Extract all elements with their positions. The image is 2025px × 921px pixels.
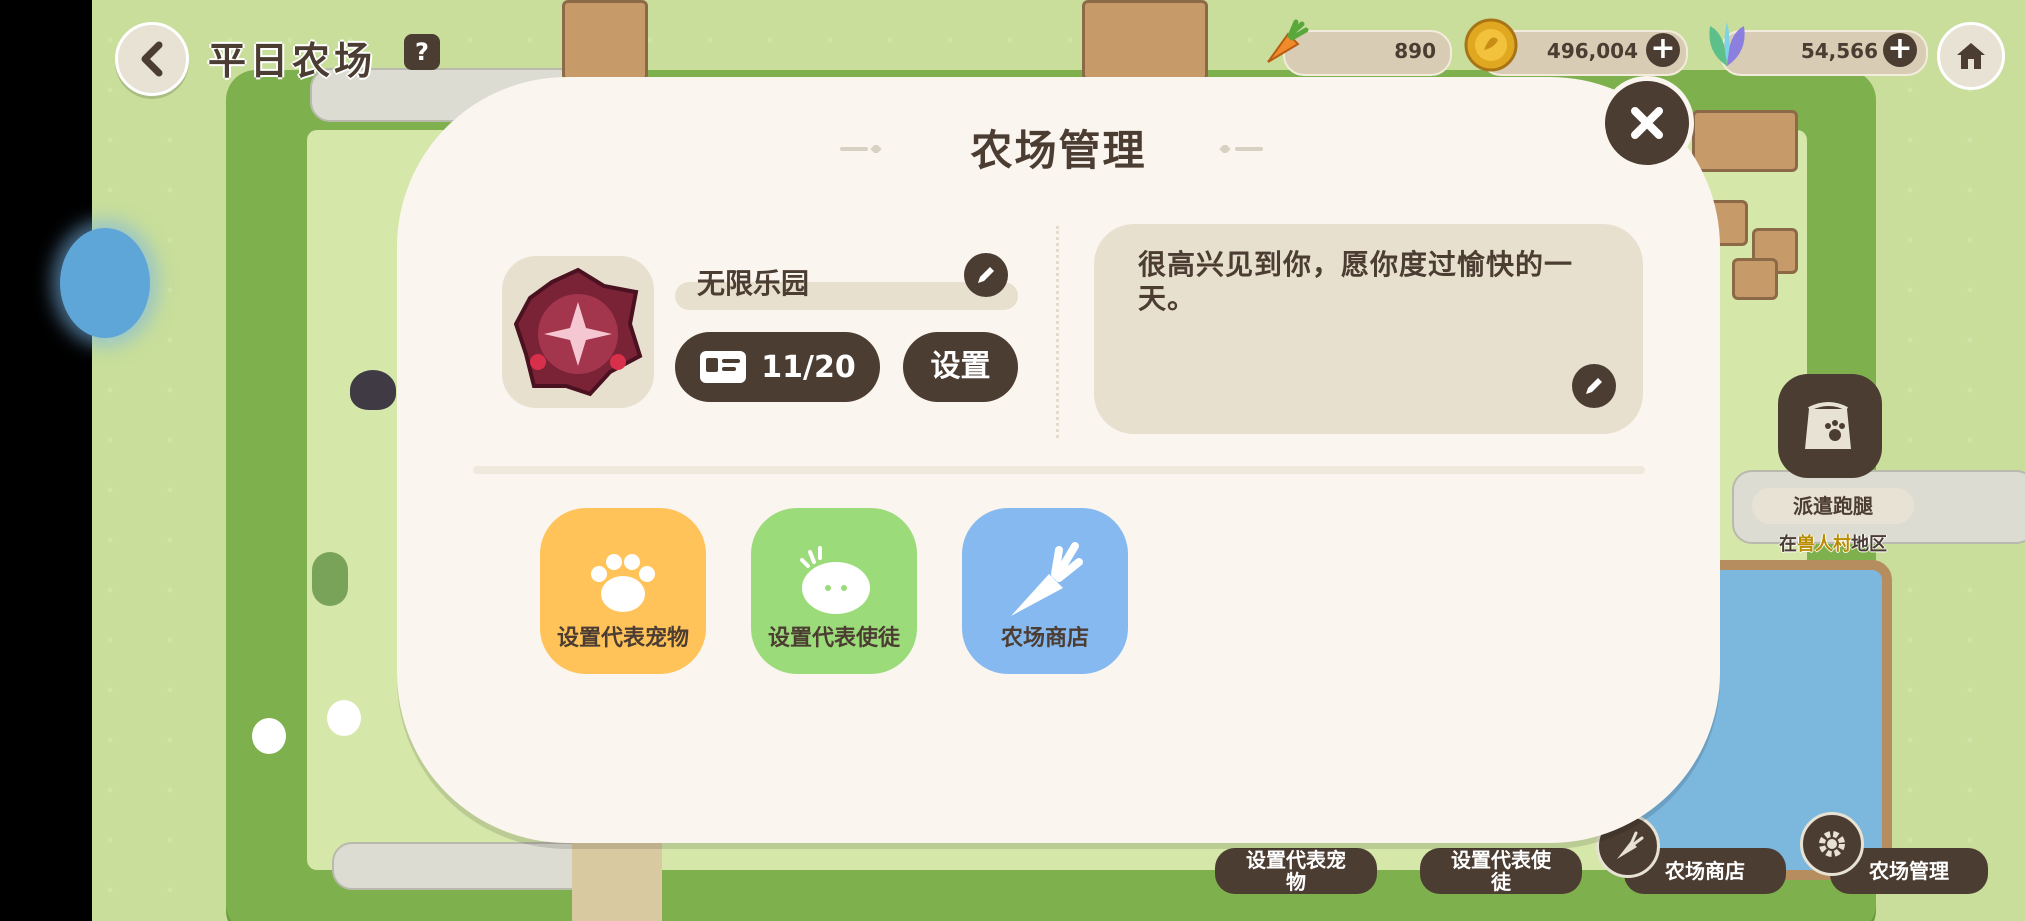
dialog-title: 农场管理 [970,126,1147,175]
bottom-farm-manage-label: 农场管理 [1869,859,1949,883]
bottom-set-apostle-label: 设置代表使徒 [1451,848,1551,894]
set-representative-pet-button[interactable]: 设置代表宠物 [540,508,706,674]
black-cat [350,370,396,410]
home-button[interactable] [1937,22,2005,90]
gear-icon [1800,812,1864,876]
white-rabbit [252,718,286,754]
bottom-set-pet-label: 设置代表宠物 [1246,848,1346,894]
location-prefix: 在 [1779,534,1797,555]
question-icon[interactable]: ? [404,34,440,70]
paw-icon [591,554,655,612]
wooden-crate [1732,258,1778,300]
pencil-icon [978,267,994,283]
left-black-bar [0,0,92,921]
farm-shop-button[interactable]: 农场商店 [962,508,1128,674]
id-card-icon [700,351,747,383]
bag-paw-icon [1805,402,1851,449]
location-name: 兽人村 [1797,534,1851,555]
edit-greeting-button[interactable] [1572,364,1616,408]
leaf-gem-icon [1709,22,1745,66]
home-icon [1957,43,1985,69]
farm-shop-label: 农场商店 [1000,626,1089,651]
carrot-icon [1011,542,1083,616]
title-decoration-left [840,145,882,153]
green-character [312,552,348,606]
leaf-gem-count: 54,566 [1800,39,1878,63]
wooden-gate [562,0,648,81]
dispatch-label: 派遣跑腿 [1752,488,1914,524]
carrot-count: 890 [1394,39,1436,63]
coin-count: 496,004 [1546,39,1638,63]
chevron-left-icon [141,41,163,77]
edit-name-button[interactable] [964,253,1008,297]
dispatch-location: 在兽人村地区 [1752,530,1914,556]
add-leaf-gem-button[interactable]: + [1883,33,1917,67]
dispatch-errand-button[interactable] [1778,374,1882,478]
set-pet-label: 设置代表宠物 [556,626,689,651]
settings-button[interactable]: 设置 [903,332,1018,402]
bottom-farm-shop-label: 农场商店 [1665,859,1745,883]
bottom-set-pet-button[interactable]: 设置代表宠物 [1215,848,1377,894]
greeting-message: 很高兴见到你，愿你度过愉快的一天。 [1138,248,1574,315]
pencil-icon [1586,378,1602,394]
location-suffix: 地区 [1851,534,1887,555]
set-apostle-label: 设置代表使徒 [767,626,900,651]
visitor-card-button[interactable]: 11/20 [675,332,880,402]
title-decoration-right [1219,145,1263,153]
horizontal-divider [473,466,1645,474]
close-icon [1631,107,1663,139]
close-button[interactable] [1600,76,1694,170]
set-representative-apostle-button[interactable]: 设置代表使徒 [751,508,917,674]
farm-management-dialog: 农场管理 [397,77,1720,843]
apostle-icon [800,546,870,614]
wooden-gate [1082,0,1208,81]
farm-emblem[interactable] [502,256,654,408]
farm-name: 无限乐园 [697,267,810,300]
side-panel-toggle[interactable] [60,228,150,338]
farm-title: 平日农场 [208,39,377,83]
emblem-icon [513,267,643,397]
carrot-icon [1267,19,1309,63]
vertical-divider [1056,226,1059,438]
visitor-count: 11/20 [761,349,856,385]
add-coins-button[interactable]: + [1646,33,1680,67]
white-rabbit [327,700,361,736]
back-button[interactable] [115,22,189,96]
coin-icon [1464,18,1518,72]
bottom-set-apostle-button[interactable]: 设置代表使徒 [1420,848,1582,894]
stone-path [572,830,662,921]
